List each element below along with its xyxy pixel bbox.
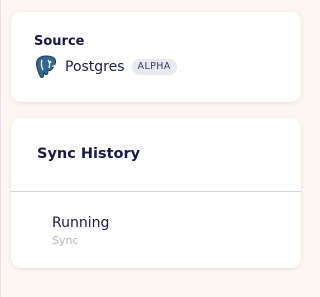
job-type-label: Sync xyxy=(52,234,79,247)
source-section-title: Source xyxy=(34,34,85,49)
page-left-border xyxy=(0,0,1,297)
source-connector[interactable]: Postgres ALPHA xyxy=(34,54,177,80)
sync-history-card: Sync History Running Sync xyxy=(11,118,301,268)
release-stage-badge: ALPHA xyxy=(131,59,177,75)
sync-history-title: Sync History xyxy=(37,146,141,162)
connector-name: Postgres xyxy=(65,59,125,75)
job-status-label: Running xyxy=(52,215,110,231)
postgres-elephant-icon xyxy=(34,54,58,80)
sync-history-divider xyxy=(11,191,301,192)
source-card: Source Postgres ALPHA xyxy=(11,12,301,102)
